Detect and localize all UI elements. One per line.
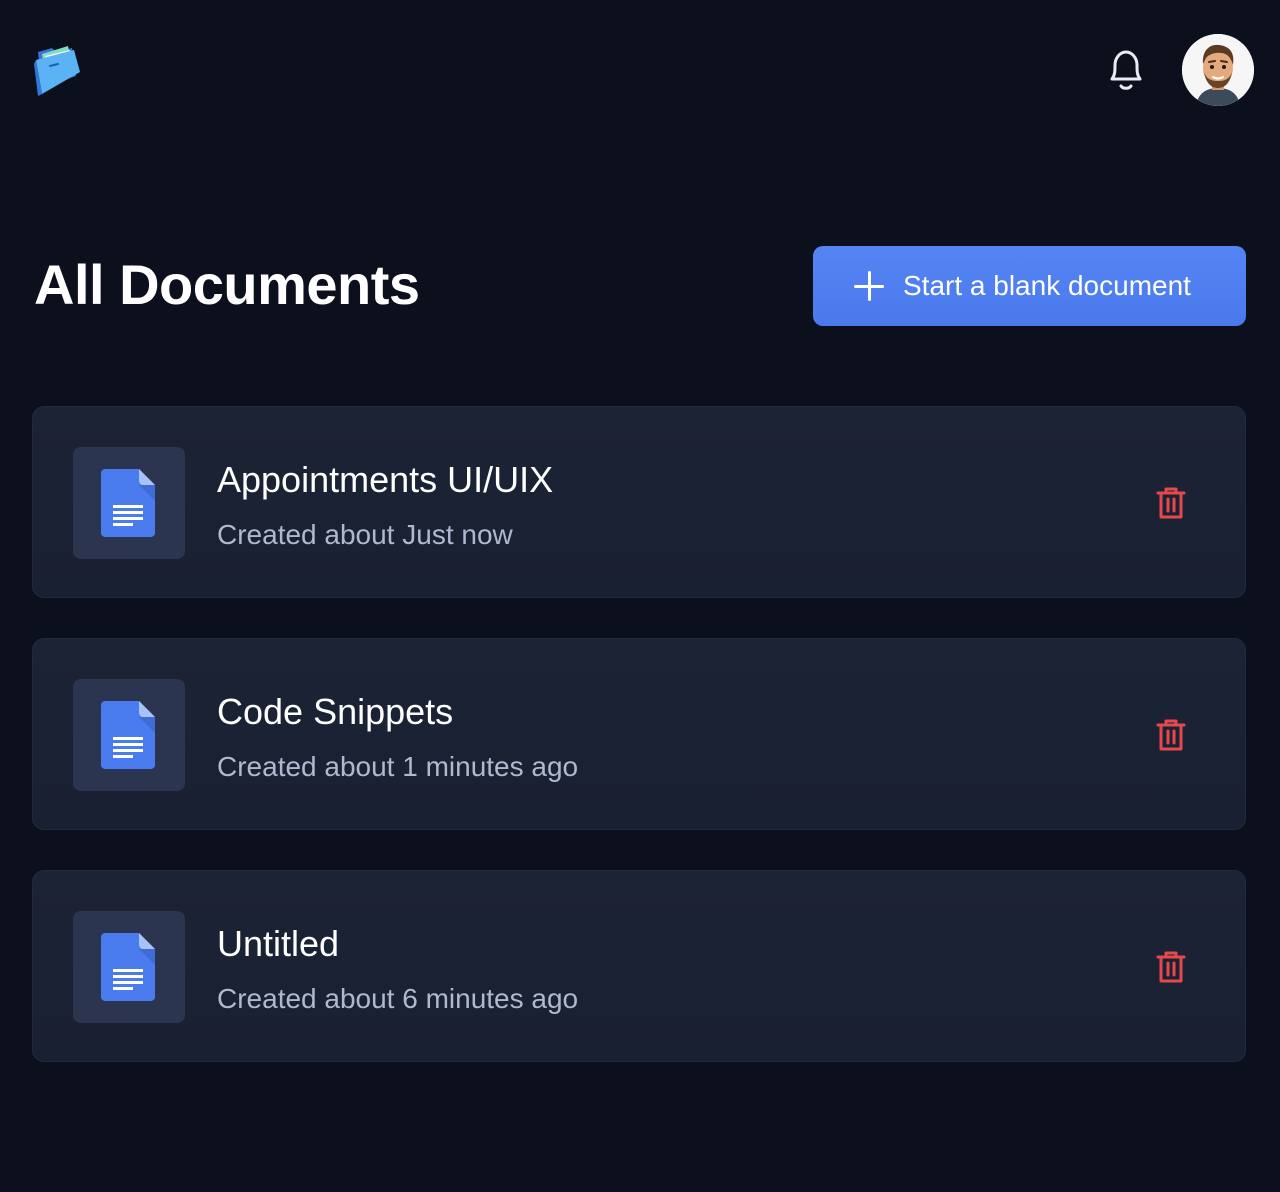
delete-document-button[interactable] (1151, 483, 1191, 523)
document-card[interactable]: Untitled Created about 6 minutes ago (32, 870, 1246, 1062)
document-created: Created about 6 minutes ago (217, 983, 579, 1014)
trash-icon (1156, 951, 1186, 983)
trash-icon (1156, 719, 1186, 751)
document-created: Created about Just now (217, 519, 513, 550)
document-icon-tile (73, 911, 185, 1023)
document-name: Appointments UI/UIX (217, 459, 554, 500)
document-icon (101, 701, 155, 769)
document-list: Appointments UI/UIX Created about Just n… (32, 406, 1246, 1102)
document-icon-tile (73, 447, 185, 559)
document-card[interactable]: Appointments UI/UIX Created about Just n… (32, 406, 1246, 598)
delete-document-button[interactable] (1151, 947, 1191, 987)
document-name: Code Snippets (217, 691, 454, 732)
top-bar (0, 0, 1280, 140)
trash-icon (1156, 487, 1186, 519)
page-title: All Documents (34, 253, 420, 316)
start-blank-document-button[interactable]: Start a blank document (813, 246, 1246, 326)
document-icon (101, 469, 155, 537)
document-icon-tile (73, 679, 185, 791)
bell-icon[interactable] (1103, 46, 1149, 94)
document-name: Untitled (217, 923, 340, 964)
document-icon (101, 933, 155, 1001)
plus-icon (853, 270, 885, 302)
start-blank-document-label: Start a blank document (903, 270, 1191, 301)
document-created: Created about 1 minutes ago (217, 751, 579, 782)
document-card[interactable]: Code Snippets Created about 1 minutes ag… (32, 638, 1246, 830)
user-avatar[interactable] (1182, 34, 1254, 106)
folder-logo-icon[interactable] (32, 42, 82, 100)
delete-document-button[interactable] (1151, 715, 1191, 755)
